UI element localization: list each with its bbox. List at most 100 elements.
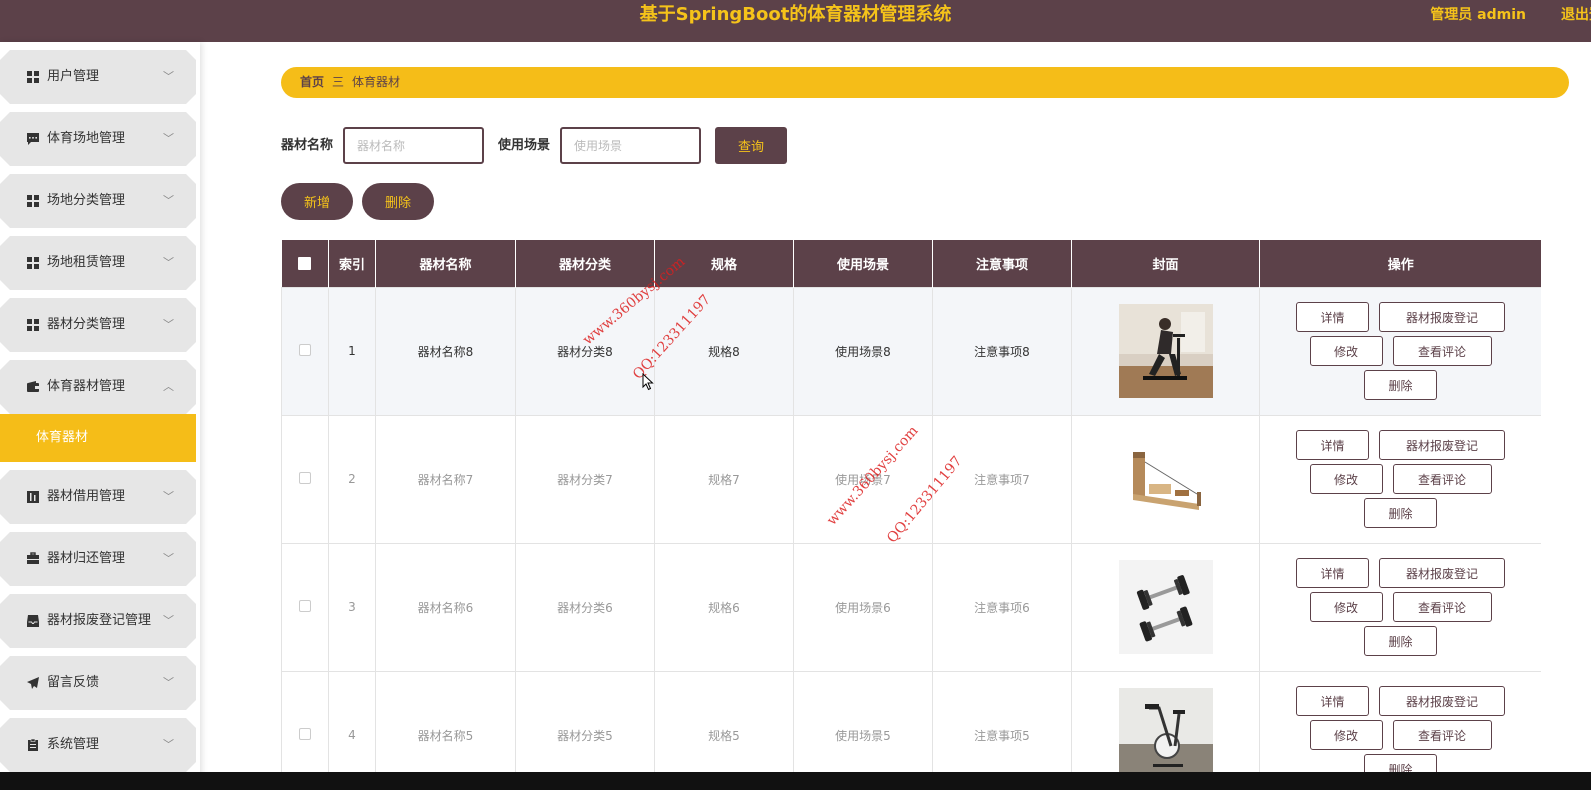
sidebar-item-label: 系统管理 — [47, 737, 100, 752]
chevron-down-icon: ﹀ — [163, 552, 174, 565]
sidebar-item-label: 场地租赁管理 — [47, 255, 126, 270]
breadcrumb-home[interactable]: 首页 — [300, 75, 324, 89]
notes-cell: 注意事项7 — [932, 414, 1072, 544]
chevron-down-icon: ﹀ — [163, 738, 174, 751]
usage-scene-input[interactable] — [560, 127, 701, 164]
sidebar-item-label: 器材借用管理 — [47, 489, 126, 504]
column-header: 规格 — [654, 240, 794, 287]
table-row[interactable]: 3 器材名称6 器材分类6 规格6 使用场景6 注意事项6 详情 器材报废登记 … — [281, 542, 1541, 672]
view-reviews-button[interactable]: 查看评论 — [1392, 464, 1492, 494]
edit-button[interactable]: 修改 — [1309, 720, 1383, 750]
bulk-delete-button[interactable]: 删除 — [362, 183, 434, 220]
grid-icon — [26, 318, 40, 332]
chevron-down-icon: ﹀ — [163, 614, 174, 627]
send-icon — [26, 676, 40, 690]
chevron-down-icon: ﹀ — [163, 256, 174, 269]
row-select-cell — [281, 542, 329, 672]
sidebar-subitem-equipment[interactable]: 体育器材 — [0, 414, 196, 462]
sidebar-item-equipment-category[interactable]: 器材分类管理 ﹀ — [0, 298, 196, 352]
sidebar-item-equipment-management[interactable]: 体育器材管理 ︿ — [0, 360, 196, 414]
scrap-register-button[interactable]: 器材报废登记 — [1379, 686, 1505, 716]
sidebar-item-venue-category[interactable]: 场地分类管理 ﹀ — [0, 174, 196, 228]
view-reviews-button[interactable]: 查看评论 — [1392, 592, 1492, 622]
view-reviews-button[interactable]: 查看评论 — [1392, 720, 1492, 750]
actions-cell: 详情 器材报废登记 修改 查看评论 删除 — [1259, 286, 1541, 416]
detail-button[interactable]: 详情 — [1296, 302, 1369, 332]
edit-button[interactable]: 修改 — [1309, 592, 1383, 622]
row-checkbox[interactable] — [299, 343, 311, 356]
sidebar-item-label: 器材归还管理 — [47, 551, 126, 566]
scrap-register-button[interactable]: 器材报废登记 — [1379, 302, 1505, 332]
sidebar-item-user-management[interactable]: 用户管理 ﹀ — [0, 50, 196, 104]
sidebar-item-borrow-management[interactable]: 器材借用管理 ﹀ — [0, 470, 196, 524]
app-title: 基于SpringBoot的体育器材管理系统 — [639, 4, 952, 25]
sidebar-item-scrap-management[interactable]: 器材报废登记管理 ﹀ — [0, 594, 196, 648]
cover-cell — [1071, 542, 1260, 672]
delete-button[interactable]: 删除 — [1364, 626, 1437, 656]
table-row[interactable]: 2 器材名称7 器材分类7 规格7 使用场景7 注意事项7 详情 器材报废登记 … — [281, 414, 1541, 544]
chevron-down-icon: ﹀ — [163, 318, 174, 331]
detail-button[interactable]: 详情 — [1296, 430, 1369, 460]
scrap-register-button[interactable]: 器材报废登记 — [1379, 558, 1505, 588]
top-header: 基于SpringBoot的体育器材管理系统 管理员 admin 退出登 — [0, 0, 1591, 42]
scene-cell: 使用场景6 — [793, 542, 933, 672]
spin-bike-photo[interactable] — [1118, 688, 1213, 782]
sidebar-item-label: 留言反馈 — [47, 675, 100, 690]
sidebar-item-venue-rental[interactable]: 场地租赁管理 ﹀ — [0, 236, 196, 290]
briefcase-icon — [26, 552, 40, 566]
equipment-table: 索引 器材名称 器材分类 规格 使用场景 注意事项 封面 操作 1 器材名称8 … — [281, 240, 1541, 790]
sidebar-item-label: 用户管理 — [47, 69, 100, 84]
chevron-down-icon: ﹀ — [163, 132, 174, 145]
select-all-checkbox[interactable] — [298, 256, 312, 270]
category-cell: 器材分类6 — [515, 542, 655, 672]
column-header: 器材名称 — [375, 240, 516, 287]
wallet-icon — [26, 380, 40, 394]
column-header: 操作 — [1259, 240, 1541, 287]
add-button[interactable]: 新增 — [281, 183, 353, 220]
edit-button[interactable]: 修改 — [1309, 336, 1383, 366]
column-header: 使用场景 — [793, 240, 933, 287]
equipment-name-input[interactable] — [343, 127, 484, 164]
row-checkbox[interactable] — [299, 727, 311, 740]
chart-icon — [26, 490, 40, 504]
category-cell: 器材分类8 — [515, 286, 655, 416]
mouse-cursor-icon — [642, 373, 654, 391]
pilates-reformer-photo[interactable] — [1118, 432, 1213, 526]
select-all-header[interactable] — [281, 240, 329, 287]
query-button[interactable]: 查询 — [715, 127, 787, 164]
edit-button[interactable]: 修改 — [1309, 464, 1383, 494]
detail-button[interactable]: 详情 — [1296, 558, 1369, 588]
detail-button[interactable]: 详情 — [1296, 686, 1369, 716]
spec-cell: 规格8 — [654, 286, 794, 416]
delete-button[interactable]: 删除 — [1364, 498, 1437, 528]
cover-cell — [1071, 286, 1260, 416]
scene-cell: 使用场景7 — [793, 414, 933, 544]
sidebar-item-label: 体育场地管理 — [47, 131, 126, 146]
sidebar-item-system-management[interactable]: 系统管理 ﹀ — [0, 718, 196, 772]
row-checkbox[interactable] — [299, 599, 311, 612]
admin-user-label[interactable]: 管理员 admin — [1430, 0, 1526, 30]
sidebar-item-venue-management[interactable]: 体育场地管理 ﹀ — [0, 112, 196, 166]
exercise-bike-photo[interactable] — [1118, 304, 1213, 398]
sidebar-item-return-management[interactable]: 器材归还管理 ﹀ — [0, 532, 196, 586]
view-reviews-button[interactable]: 查看评论 — [1392, 336, 1492, 366]
grid-icon — [26, 70, 40, 84]
sidebar-item-feedback[interactable]: 留言反馈 ﹀ — [0, 656, 196, 710]
category-cell: 器材分类7 — [515, 414, 655, 544]
actions-cell: 详情 器材报废登记 修改 查看评论 删除 — [1259, 414, 1541, 544]
index-cell: 1 — [328, 286, 376, 416]
sidebar-item-label: 场地分类管理 — [47, 193, 126, 208]
dumbbells-photo[interactable] — [1118, 560, 1213, 654]
inbox-icon — [26, 614, 40, 628]
scrap-register-button[interactable]: 器材报废登记 — [1379, 430, 1505, 460]
column-header: 索引 — [328, 240, 376, 287]
logout-link[interactable]: 退出登 — [1561, 0, 1591, 30]
row-checkbox[interactable] — [299, 471, 311, 484]
index-cell: 3 — [328, 542, 376, 672]
delete-button[interactable]: 删除 — [1364, 370, 1437, 400]
actions-cell: 详情 器材报废登记 修改 查看评论 删除 — [1259, 542, 1541, 672]
cover-cell — [1071, 414, 1260, 544]
grid-icon — [26, 194, 40, 208]
table-row[interactable]: 1 器材名称8 器材分类8 规格8 使用场景8 注意事项8 详情 器材报废登记 … — [281, 286, 1541, 416]
notes-cell: 注意事项6 — [932, 542, 1072, 672]
